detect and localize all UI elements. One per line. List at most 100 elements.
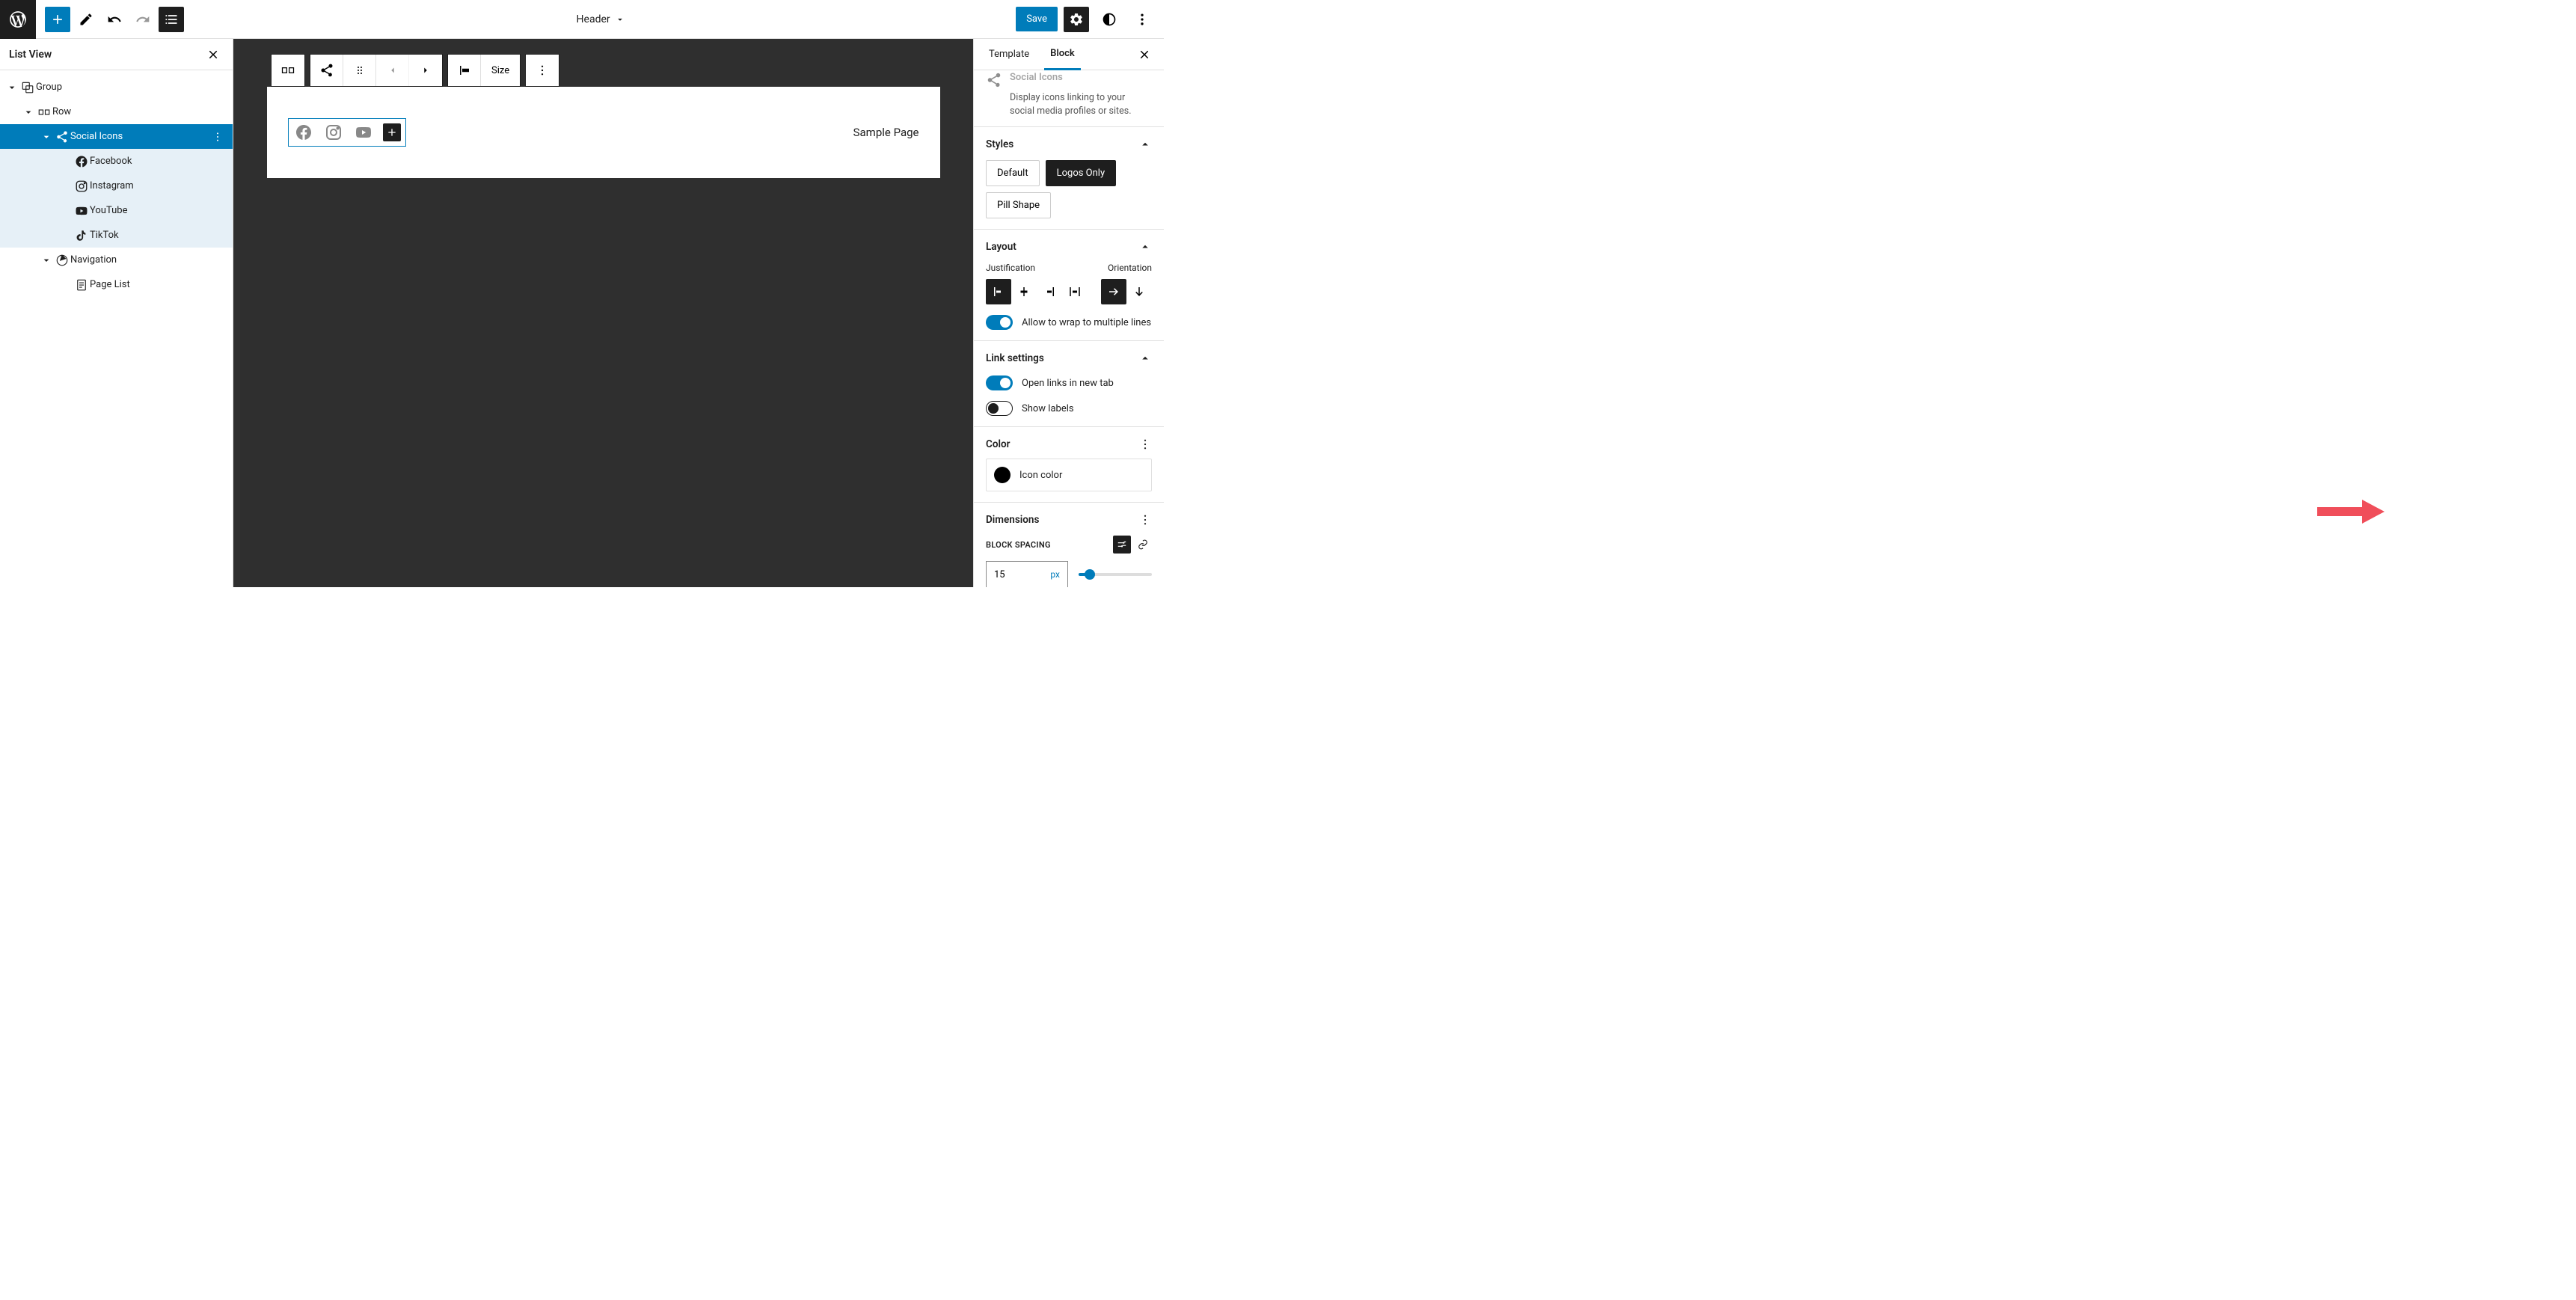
youtube-icon <box>75 204 88 218</box>
new-tab-label: Open links in new tab <box>1022 378 1114 389</box>
link-sides-button[interactable] <box>1134 536 1152 554</box>
save-button[interactable]: Save <box>1016 7 1058 31</box>
list-view-icon <box>164 12 179 27</box>
custom-size-button[interactable] <box>1113 536 1131 554</box>
chevron-down-icon <box>40 131 52 143</box>
drag-handle[interactable] <box>343 55 376 86</box>
justify-left[interactable] <box>986 279 1011 304</box>
undo-button[interactable] <box>102 7 127 32</box>
orientation-vertical[interactable] <box>1126 279 1152 304</box>
wrap-label: Allow to wrap to multiple lines <box>1022 317 1151 328</box>
show-labels-toggle[interactable] <box>986 401 1013 416</box>
justify-space-between[interactable] <box>1062 279 1088 304</box>
move-right-button[interactable] <box>409 55 442 86</box>
undo-icon <box>107 12 122 27</box>
more-vertical-icon[interactable] <box>1138 438 1152 451</box>
style-pill-shape[interactable]: Pill Shape <box>986 192 1051 218</box>
block-type-button[interactable] <box>310 55 343 86</box>
show-labels-label: Show labels <box>1022 403 1074 414</box>
tree-item-options[interactable] <box>209 131 227 143</box>
tree-item-facebook[interactable]: Facebook <box>0 149 233 174</box>
styles-header[interactable]: Styles <box>986 138 1152 151</box>
tree-item-instagram[interactable]: Instagram <box>0 174 233 198</box>
close-list-view-button[interactable] <box>204 46 222 64</box>
wordpress-logo[interactable] <box>0 0 36 39</box>
styles-button[interactable] <box>1097 7 1122 32</box>
instagram-icon[interactable] <box>323 122 344 143</box>
justification-label: Justification <box>986 263 1088 273</box>
more-vertical-icon[interactable] <box>1138 513 1152 527</box>
align-left-icon <box>458 64 471 77</box>
redo-icon <box>135 12 150 27</box>
orientation-horizontal[interactable] <box>1101 279 1126 304</box>
sliders-icon <box>1117 539 1127 550</box>
instagram-icon <box>75 180 88 193</box>
move-left-button[interactable] <box>376 55 409 86</box>
header-template[interactable]: Sample Page <box>267 87 940 178</box>
facebook-icon <box>75 155 88 168</box>
chevron-up-icon <box>1138 352 1152 365</box>
tab-template[interactable]: Template <box>983 40 1035 69</box>
social-icons-block[interactable] <box>288 118 406 147</box>
more-vertical-icon <box>212 131 224 143</box>
block-spacing-input[interactable]: px <box>986 561 1068 587</box>
editor-canvas[interactable]: Size Sample Page <box>233 39 973 587</box>
block-name: Social Icons <box>1010 72 1063 83</box>
spacing-unit[interactable]: px <box>1050 569 1060 580</box>
block-spacing-slider[interactable] <box>1079 573 1152 576</box>
tab-block[interactable]: Block <box>1044 39 1081 70</box>
share-icon <box>319 63 334 78</box>
style-default[interactable]: Default <box>986 160 1040 186</box>
align-button[interactable] <box>448 55 481 86</box>
arrow-down-icon <box>1132 285 1146 298</box>
size-button[interactable]: Size <box>481 55 520 86</box>
list-view-button[interactable] <box>159 7 184 32</box>
wrap-toggle[interactable] <box>986 315 1013 330</box>
link-icon <box>1138 539 1148 550</box>
spacing-value[interactable] <box>994 569 1024 580</box>
list-view-panel: List View Group Row Social Icons <box>0 39 233 587</box>
block-options-button[interactable] <box>526 55 559 86</box>
settings-button[interactable] <box>1064 7 1089 32</box>
list-view-title: List View <box>9 49 52 61</box>
contrast-icon <box>1102 12 1117 27</box>
layout-header[interactable]: Layout <box>986 240 1152 254</box>
edit-mode-button[interactable] <box>73 7 99 32</box>
block-info: Social Icons <box>974 70 1164 91</box>
add-block-button[interactable] <box>45 7 70 32</box>
tree-item-page-list[interactable]: Page List <box>0 272 233 297</box>
add-social-icon-button[interactable] <box>383 123 401 141</box>
document-title-area[interactable]: Header <box>185 13 1016 25</box>
tree-item-tiktok[interactable]: TikTok <box>0 223 233 248</box>
style-logos-only[interactable]: Logos Only <box>1046 160 1117 186</box>
share-icon <box>55 130 69 144</box>
tree-item-row[interactable]: Row <box>0 99 233 124</box>
close-settings-button[interactable] <box>1135 46 1153 64</box>
tree-item-navigation[interactable]: Navigation <box>0 248 233 272</box>
options-button[interactable] <box>1129 7 1155 32</box>
plus-icon <box>386 126 398 138</box>
block-description: Display icons linking to your social med… <box>974 91 1164 126</box>
chevron-down-icon <box>40 254 52 266</box>
youtube-icon[interactable] <box>353 122 374 143</box>
tree-item-youtube[interactable]: YouTube <box>0 198 233 223</box>
icon-color-control[interactable]: Icon color <box>986 459 1152 491</box>
list-view-tree: Group Row Social Icons Facebook Instagra… <box>0 70 233 297</box>
nav-link-sample-page[interactable]: Sample Page <box>853 126 919 139</box>
tree-item-social-icons[interactable]: Social Icons <box>0 124 233 149</box>
new-tab-toggle[interactable] <box>986 375 1013 390</box>
annotation-arrow <box>2317 500 2385 524</box>
icon-color-label: Icon color <box>1019 470 1062 481</box>
link-settings-header[interactable]: Link settings <box>986 352 1152 365</box>
redo-button[interactable] <box>130 7 156 32</box>
justify-right-icon <box>1043 285 1056 298</box>
justify-center[interactable] <box>1011 279 1037 304</box>
justify-right[interactable] <box>1037 279 1062 304</box>
parent-block-button[interactable] <box>272 55 304 86</box>
tree-item-group[interactable]: Group <box>0 75 233 99</box>
slider-thumb[interactable] <box>1085 569 1095 580</box>
chevron-down-icon <box>6 82 18 93</box>
facebook-icon[interactable] <box>293 122 314 143</box>
chevron-left-icon <box>387 65 398 76</box>
toolbar-right: Save <box>1016 7 1164 32</box>
